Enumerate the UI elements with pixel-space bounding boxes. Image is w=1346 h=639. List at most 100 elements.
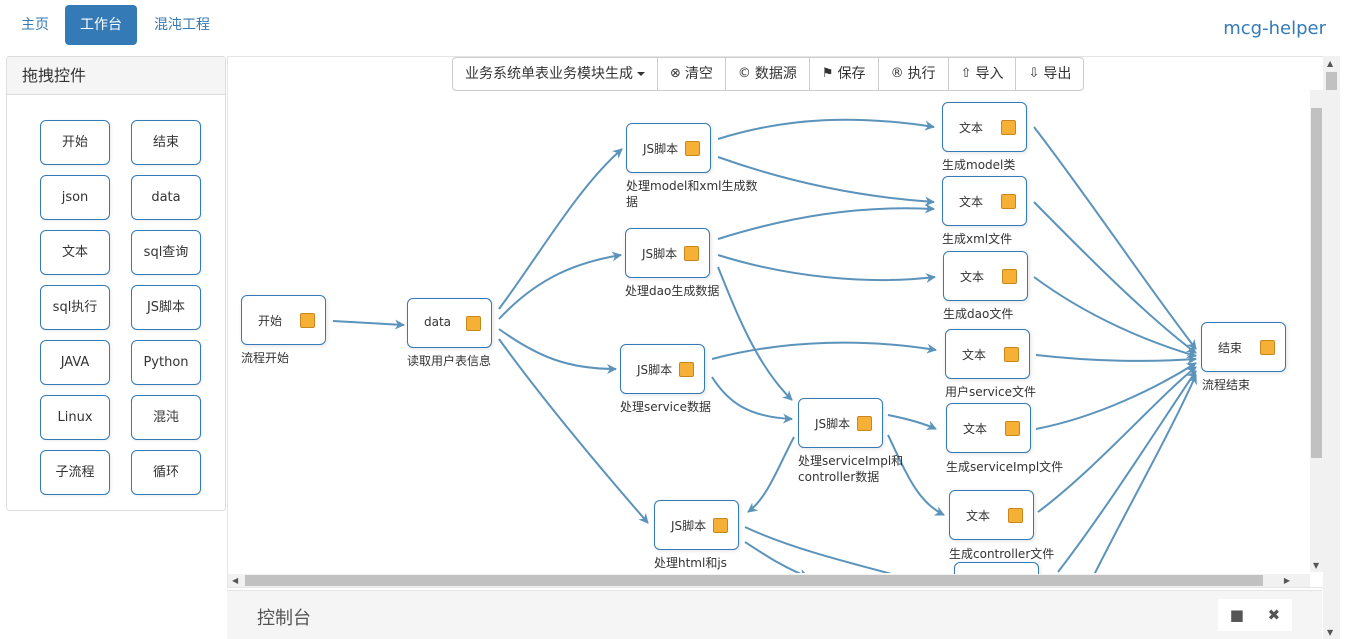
control-text[interactable]: 文本 — [40, 230, 110, 275]
save-button[interactable]: ⚑ 保存 — [810, 58, 879, 90]
connector-handle[interactable] — [1002, 269, 1017, 284]
control-subflow[interactable]: 子流程 — [40, 450, 110, 495]
node-caption: 读取用户表信息 — [407, 354, 492, 368]
link-tmodel-end — [1033, 126, 1197, 350]
node-js-model[interactable]: JS脚本 — [626, 123, 711, 173]
connector-handle[interactable] — [466, 316, 481, 331]
node-text-model[interactable]: 文本 — [942, 102, 1027, 152]
nav-chaos-engineering[interactable]: 混沌工程 — [139, 5, 225, 45]
control-python[interactable]: Python — [131, 340, 201, 385]
nav-home[interactable]: 主页 — [6, 5, 64, 45]
scrollbar-thumb[interactable] — [1311, 108, 1322, 458]
node-label: data — [424, 315, 452, 329]
node-text-dao[interactable]: 文本 — [943, 251, 1028, 301]
node-text-xml[interactable]: 文本 — [942, 176, 1027, 226]
connector-handle[interactable] — [1005, 421, 1020, 436]
import-button[interactable]: ⇧ 导入 — [949, 58, 1017, 90]
link-partial-end — [1057, 370, 1197, 573]
link-jsdao-txml — [717, 203, 935, 240]
node-js-dao[interactable]: JS脚本 — [625, 228, 710, 278]
copyright-icon: © — [737, 66, 751, 81]
link-jsimpl-jshtml — [747, 436, 795, 513]
node-js-service[interactable]: JS脚本 — [620, 344, 705, 394]
link-partial2-end — [1093, 374, 1197, 573]
console-panel: 控制台 ■ ✖ — [227, 590, 1322, 639]
scroll-down-icon[interactable]: ▼ — [1327, 628, 1333, 637]
registered-icon: ® — [890, 66, 904, 81]
scrollbar-thumb[interactable] — [245, 575, 1263, 586]
flow-toolbar: 业务系统单表业务模块生成 ⊗ 清空 © 数据源 ⚑ 保存 ® 执行 ⇧ 导入 ⇩… — [452, 57, 1085, 91]
node-start[interactable]: 开始 — [241, 295, 326, 345]
node-caption: 处理model和xml生成数 据 — [626, 179, 758, 209]
node-label: JS脚本 — [815, 417, 851, 431]
connector-handle[interactable] — [300, 313, 315, 328]
control-js-script[interactable]: JS脚本 — [131, 285, 201, 330]
control-linux[interactable]: Linux — [40, 395, 110, 440]
control-end[interactable]: 结束 — [131, 120, 201, 165]
node-caption: 生成model类 — [942, 158, 1016, 172]
execute-button[interactable]: ® 执行 — [879, 58, 949, 90]
control-sql-query[interactable]: sql查询 — [131, 230, 201, 275]
clear-icon: ⊗ — [670, 66, 681, 81]
connector-handle[interactable] — [1008, 508, 1023, 523]
flow-select-label: 业务系统单表业务模块生成 — [465, 66, 633, 82]
link-jshtml-partial2 — [744, 541, 809, 573]
connector-handle[interactable] — [1004, 347, 1019, 362]
node-data[interactable]: data — [407, 298, 492, 348]
node-caption: 生成dao文件 — [943, 307, 1014, 321]
close-icon[interactable]: ✖ — [1268, 606, 1281, 624]
link-txml-end — [1033, 201, 1197, 354]
scroll-down-icon[interactable]: ▼ — [1313, 561, 1319, 570]
node-label: JS脚本 — [643, 142, 679, 156]
link-jsdao-tdao — [717, 254, 936, 284]
node-js-impl[interactable]: JS脚本 — [798, 398, 883, 448]
connector-handle[interactable] — [1001, 194, 1016, 209]
node-text-service[interactable]: 文本 — [945, 329, 1030, 379]
control-java[interactable]: JAVA — [40, 340, 110, 385]
node-label: 文本 — [959, 121, 984, 135]
node-caption: 处理dao生成数据 — [625, 284, 720, 298]
scroll-right-icon[interactable]: ▶ — [1284, 576, 1290, 585]
canvas-vertical-scrollbar[interactable]: ▼ — [1310, 90, 1323, 572]
node-caption: 用户service文件 — [945, 385, 1036, 399]
control-chaos[interactable]: 混沌 — [131, 395, 201, 440]
save-label: 保存 — [837, 66, 866, 82]
connector-handle[interactable] — [1260, 340, 1275, 355]
control-loop[interactable]: 循环 — [131, 450, 201, 495]
control-json[interactable]: json — [40, 175, 110, 220]
clear-button[interactable]: ⊗ 清空 — [658, 58, 726, 90]
connector-handle[interactable] — [685, 141, 700, 156]
node-caption: 流程结束 — [1202, 378, 1251, 392]
connector-handle[interactable] — [1001, 120, 1016, 135]
flow-canvas[interactable]: 开始 流程开始 data 读取用户表信息 JS脚本 处理model和xml生成数… — [227, 56, 1339, 588]
node-text-controller[interactable]: 文本 — [949, 490, 1034, 540]
scroll-left-icon[interactable]: ◀ — [232, 576, 238, 585]
node-caption: 处理html和js — [654, 556, 727, 570]
node-label: JS脚本 — [671, 519, 707, 533]
scrollbar-thumb[interactable] — [1326, 72, 1337, 90]
link-data-jsmodel — [498, 148, 623, 310]
node-text-impl[interactable]: 文本 — [946, 403, 1031, 453]
canvas-horizontal-scrollbar[interactable]: ◀ ▶ — [228, 574, 1310, 587]
connector-handle[interactable] — [684, 246, 699, 261]
node-end[interactable]: 结束 — [1201, 322, 1286, 372]
control-data[interactable]: data — [131, 175, 201, 220]
stop-icon[interactable]: ■ — [1230, 606, 1244, 624]
page-vertical-scrollbar[interactable]: ▲ ▼ — [1323, 56, 1340, 639]
node-caption: 生成serviceImpl文件 — [946, 460, 1064, 474]
connector-handle[interactable] — [713, 518, 728, 533]
control-sql-exec[interactable]: sql执行 — [40, 285, 110, 330]
nav-workbench[interactable]: 工作台 — [65, 5, 137, 45]
link-jsmodel-tmodel — [717, 118, 935, 140]
scroll-up-icon[interactable]: ▲ — [1327, 59, 1333, 68]
control-start[interactable]: 开始 — [40, 120, 110, 165]
node-js-html[interactable]: JS脚本 — [654, 500, 739, 550]
drag-controls-panel: 拖拽控件 开始 结束 json data 文本 sql查询 sql执行 JS脚本… — [6, 56, 226, 511]
connector-handle[interactable] — [857, 416, 872, 431]
export-button[interactable]: ⇩ 导出 — [1016, 58, 1083, 90]
datasource-button[interactable]: © 数据源 — [726, 58, 810, 90]
brand-title[interactable]: mcg-helper — [1223, 18, 1326, 39]
connector-handle[interactable] — [679, 362, 694, 377]
flag-icon: ⚑ — [821, 66, 834, 81]
flow-select-dropdown[interactable]: 业务系统单表业务模块生成 — [453, 58, 658, 90]
